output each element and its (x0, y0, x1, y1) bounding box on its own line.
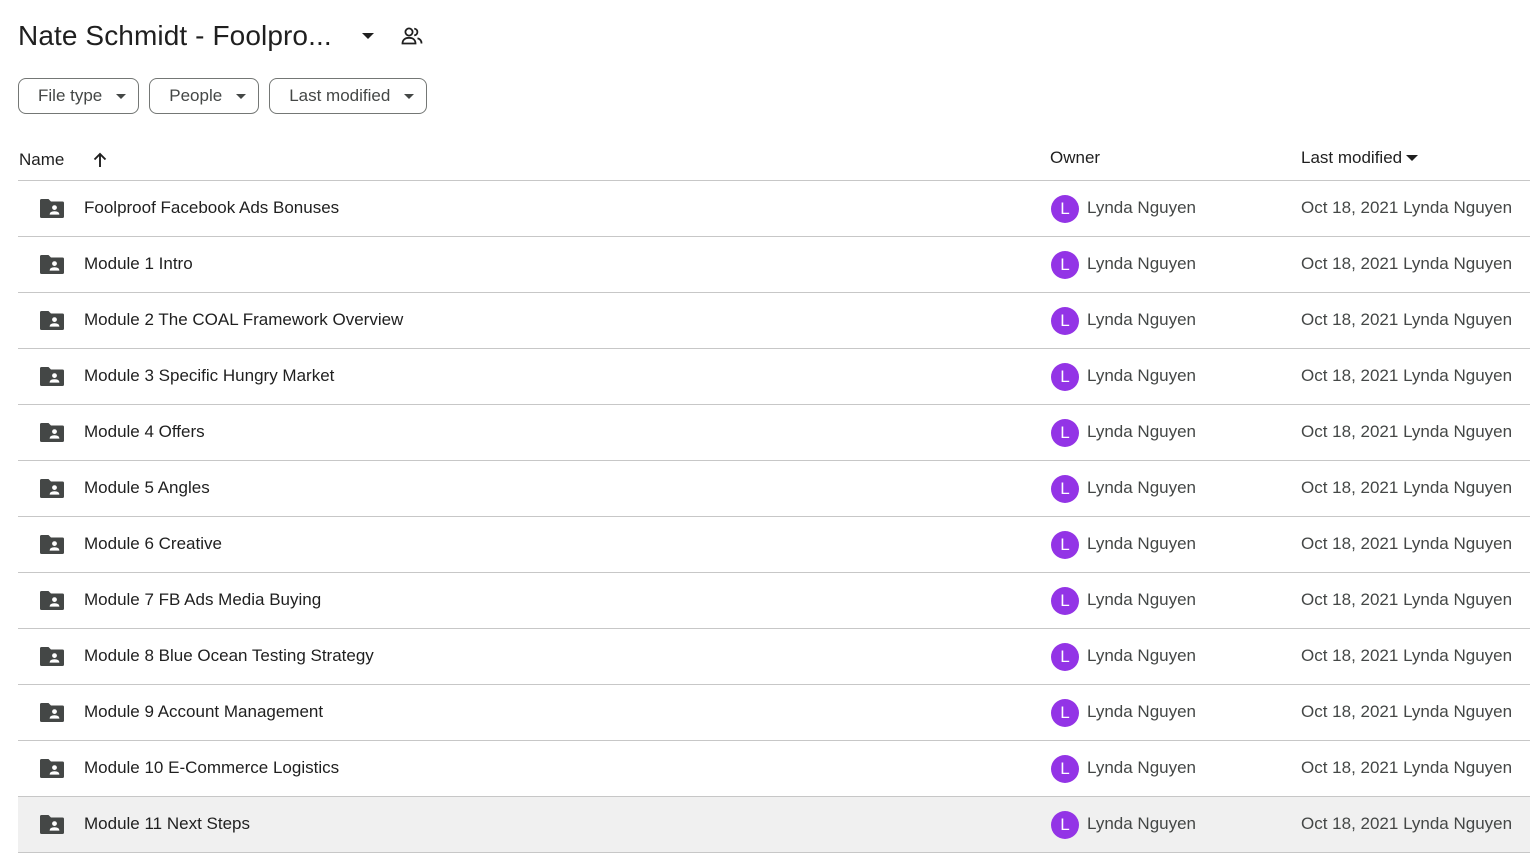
owner-avatar: L (1051, 587, 1079, 615)
owner-name: Lynda Nguyen (1087, 198, 1197, 217)
file-row[interactable]: Module 1 Intro L Lynda Nguyen Oct 18, 20… (18, 237, 1530, 293)
folder-menu-caret-icon[interactable] (356, 24, 380, 48)
shared-folder-icon (39, 365, 65, 387)
file-name: Module 2 The COAL Framework Overview (84, 310, 404, 329)
last-modified-value: Oct 18, 2021 Lynda Nguyen (1301, 590, 1513, 609)
owner-avatar: L (1051, 699, 1079, 727)
owner-name: Lynda Nguyen (1087, 814, 1197, 833)
people-filter-label: People (169, 86, 223, 105)
shared-folder-icon (39, 701, 65, 723)
file-type-filter-label: File type (38, 86, 103, 105)
owner-avatar: L (1051, 811, 1079, 839)
last-modified-value: Oct 18, 2021 Lynda Nguyen (1301, 478, 1513, 497)
owner-avatar: L (1051, 643, 1079, 671)
owner-name: Lynda Nguyen (1087, 478, 1197, 497)
owner-column-header[interactable]: Owner (1050, 148, 1100, 168)
owner-avatar: L (1051, 419, 1079, 447)
last-modified-value: Oct 18, 2021 Lynda Nguyen (1301, 646, 1513, 665)
sort-descending-caret-icon (1406, 155, 1419, 161)
shared-folder-icon (39, 645, 65, 667)
file-row[interactable]: Module 6 Creative L Lynda Nguyen Oct 18,… (18, 517, 1530, 573)
shared-folder-icon (39, 589, 65, 611)
last-modified-value: Oct 18, 2021 Lynda Nguyen (1301, 310, 1513, 329)
last-modified-value: Oct 18, 2021 Lynda Nguyen (1301, 254, 1513, 273)
drive-folder-view: Nate Schmidt - Foolpro... File type Peop… (0, 0, 1530, 864)
file-name: Module 11 Next Steps (84, 814, 250, 833)
last-modified-value: Oct 18, 2021 Lynda Nguyen (1301, 534, 1513, 553)
owner-name: Lynda Nguyen (1087, 702, 1197, 721)
file-list-header: Name Owner Last modified (18, 137, 1530, 181)
file-list: Foolproof Facebook Ads Bonuses L Lynda N… (18, 181, 1530, 853)
owner-avatar: L (1051, 251, 1079, 279)
owner-name: Lynda Nguyen (1087, 534, 1197, 553)
owner-name: Lynda Nguyen (1087, 310, 1197, 329)
file-row[interactable]: Module 8 Blue Ocean Testing Strategy L L… (18, 629, 1530, 685)
chevron-down-icon (116, 93, 127, 99)
owner-avatar: L (1051, 195, 1079, 223)
file-name: Module 7 FB Ads Media Buying (84, 590, 322, 609)
last-modified-value: Oct 18, 2021 Lynda Nguyen (1301, 198, 1513, 217)
last-modified-value: Oct 18, 2021 Lynda Nguyen (1301, 702, 1513, 721)
owner-name: Lynda Nguyen (1087, 422, 1197, 441)
shared-folder-icon (39, 477, 65, 499)
filter-chips: File type People Last modified (18, 78, 428, 114)
shared-folder-icon (39, 533, 65, 555)
file-row[interactable]: Module 3 Specific Hungry Market L Lynda … (18, 349, 1530, 405)
file-name: Foolproof Facebook Ads Bonuses (84, 198, 340, 217)
file-type-filter-button[interactable]: File type (18, 78, 140, 114)
sort-ascending-arrow-icon[interactable] (88, 148, 112, 172)
shared-folder-icon (39, 421, 65, 443)
folder-header: Nate Schmidt - Foolpro... (18, 14, 424, 58)
file-name: Module 10 E-Commerce Logistics (84, 758, 340, 777)
folder-title[interactable]: Nate Schmidt - Foolpro... (18, 20, 332, 52)
owner-name: Lynda Nguyen (1087, 758, 1197, 777)
file-name: Module 1 Intro (84, 254, 193, 273)
shared-folder-icon (39, 813, 65, 835)
chevron-down-icon (236, 93, 247, 99)
owner-name: Lynda Nguyen (1087, 366, 1197, 385)
shared-folder-people-icon[interactable] (400, 24, 424, 48)
file-name: Module 4 Offers (84, 422, 205, 441)
last-modified-filter-label: Last modified (289, 86, 391, 105)
file-name: Module 5 Angles (84, 478, 210, 497)
file-row[interactable]: Module 7 FB Ads Media Buying L Lynda Ngu… (18, 573, 1530, 629)
owner-name: Lynda Nguyen (1087, 254, 1197, 273)
owner-avatar: L (1051, 363, 1079, 391)
file-row[interactable]: Module 2 The COAL Framework Overview L L… (18, 293, 1530, 349)
people-filter-button[interactable]: People (149, 78, 260, 114)
last-modified-value: Oct 18, 2021 Lynda Nguyen (1301, 814, 1513, 833)
file-name: Module 9 Account Management (84, 702, 324, 721)
owner-avatar: L (1051, 755, 1079, 783)
owner-avatar: L (1051, 531, 1079, 559)
file-row[interactable]: Module 10 E-Commerce Logistics L Lynda N… (18, 741, 1530, 797)
last-modified-value: Oct 18, 2021 Lynda Nguyen (1301, 422, 1513, 441)
file-name: Module 3 Specific Hungry Market (84, 366, 335, 385)
owner-avatar: L (1051, 475, 1079, 503)
chevron-down-icon (404, 93, 415, 99)
file-row[interactable]: Module 9 Account Management L Lynda Nguy… (18, 685, 1530, 741)
name-column-label: Name (19, 150, 65, 169)
last-modified-column-label: Last modified (1301, 148, 1403, 167)
file-row[interactable]: Module 5 Angles L Lynda Nguyen Oct 18, 2… (18, 461, 1530, 517)
file-row[interactable]: Module 4 Offers L Lynda Nguyen Oct 18, 2… (18, 405, 1530, 461)
file-row[interactable]: Module 11 Next Steps L Lynda Nguyen Oct … (18, 797, 1530, 853)
last-modified-column-header[interactable]: Last modified (1301, 148, 1419, 168)
shared-folder-icon (39, 309, 65, 331)
owner-name: Lynda Nguyen (1087, 646, 1197, 665)
owner-avatar: L (1051, 307, 1079, 335)
name-column-header[interactable]: Name (19, 148, 112, 172)
owner-name: Lynda Nguyen (1087, 590, 1197, 609)
last-modified-value: Oct 18, 2021 Lynda Nguyen (1301, 366, 1513, 385)
last-modified-value: Oct 18, 2021 Lynda Nguyen (1301, 758, 1513, 777)
shared-folder-icon (39, 253, 65, 275)
shared-folder-icon (39, 757, 65, 779)
shared-folder-icon (39, 197, 65, 219)
file-row[interactable]: Foolproof Facebook Ads Bonuses L Lynda N… (18, 181, 1530, 237)
file-name: Module 8 Blue Ocean Testing Strategy (84, 646, 374, 665)
last-modified-filter-button[interactable]: Last modified (269, 78, 428, 114)
file-name: Module 6 Creative (84, 534, 222, 553)
